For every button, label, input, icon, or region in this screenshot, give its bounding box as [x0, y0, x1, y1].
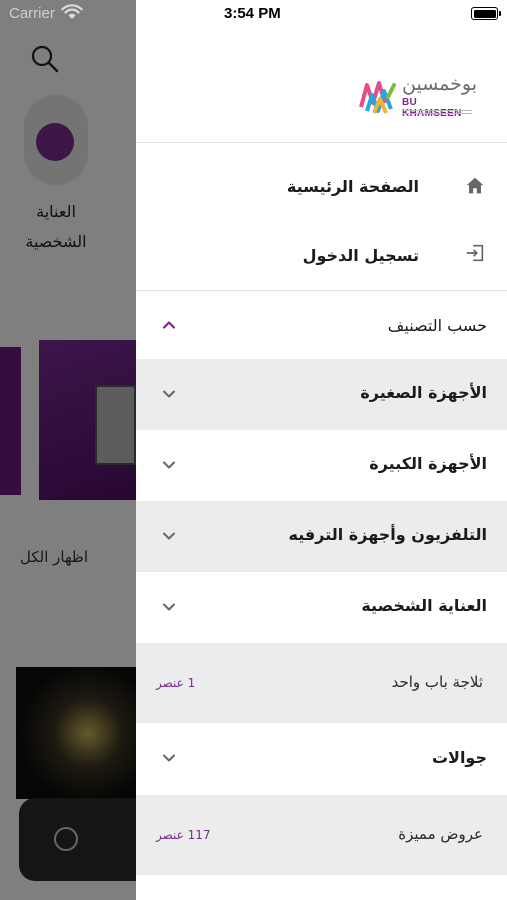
categories-header-label: حسب التصنيف [387, 316, 487, 335]
category-label: عروض مميزة [398, 825, 483, 843]
battery-icon [471, 7, 498, 20]
logo-mark-icon [359, 81, 396, 114]
chevron-down-icon[interactable] [160, 749, 178, 767]
logo-subtitle-lines [402, 110, 472, 114]
nav-item-home[interactable]: الصفحة الرئيسية [136, 160, 507, 216]
nav-item-label: الصفحة الرئيسية [286, 177, 419, 196]
clock: 3:54 PM [224, 5, 281, 22]
category-label: الأجهزة الصغيرة [360, 383, 487, 402]
login-icon [466, 244, 484, 262]
category-mobiles[interactable]: جوالات [136, 723, 507, 795]
category-single-door-fridge[interactable]: ثلاجة باب واحد 1 عنصر [136, 643, 507, 723]
category-small-appliances[interactable]: الأجهزة الصغيرة [136, 359, 507, 430]
navigation-drawer: بوخمسين BU KHAMSEEN الصفحة الرئيسية تسجي… [136, 0, 507, 900]
category-label: العناية الشخصية [361, 596, 487, 615]
category-special-offers[interactable]: عروض مميزة 117 عنصر [136, 795, 507, 875]
chevron-up-icon[interactable] [160, 316, 178, 334]
chevron-down-icon[interactable] [160, 456, 178, 474]
item-count-badge: 1 عنصر [156, 676, 196, 690]
nav-item-label: تسجيل الدخول [302, 246, 419, 265]
categories-header[interactable]: حسب التصنيف [136, 291, 507, 359]
item-count-badge: 117 عنصر [156, 828, 211, 842]
category-label: التلفزيون وأجهزة الترفيه [288, 525, 487, 544]
logo-english-text: BU KHAMSEEN [402, 97, 462, 119]
nav-item-login[interactable]: تسجيل الدخول [136, 228, 507, 284]
home-icon [466, 177, 484, 194]
divider [136, 142, 507, 143]
battery-level [473, 9, 496, 18]
chevron-down-icon[interactable] [160, 598, 178, 616]
category-label: جوالات [431, 748, 487, 767]
chevron-down-icon[interactable] [160, 385, 178, 403]
category-large-appliances[interactable]: الأجهزة الكبيرة [136, 430, 507, 501]
brand-logo[interactable]: بوخمسين BU KHAMSEEN [358, 73, 478, 119]
battery-tip [499, 11, 501, 16]
chevron-down-icon[interactable] [160, 527, 178, 545]
category-personal-care[interactable]: العناية الشخصية [136, 572, 507, 643]
carrier-label: Carrier [9, 5, 55, 22]
category-label: ثلاجة باب واحد [391, 673, 483, 691]
logo-arabic-text: بوخمسين [402, 73, 477, 95]
category-label: الأجهزة الكبيرة [369, 454, 487, 473]
wifi-icon [61, 4, 83, 19]
category-tv-entertainment[interactable]: التلفزيون وأجهزة الترفيه [136, 501, 507, 572]
